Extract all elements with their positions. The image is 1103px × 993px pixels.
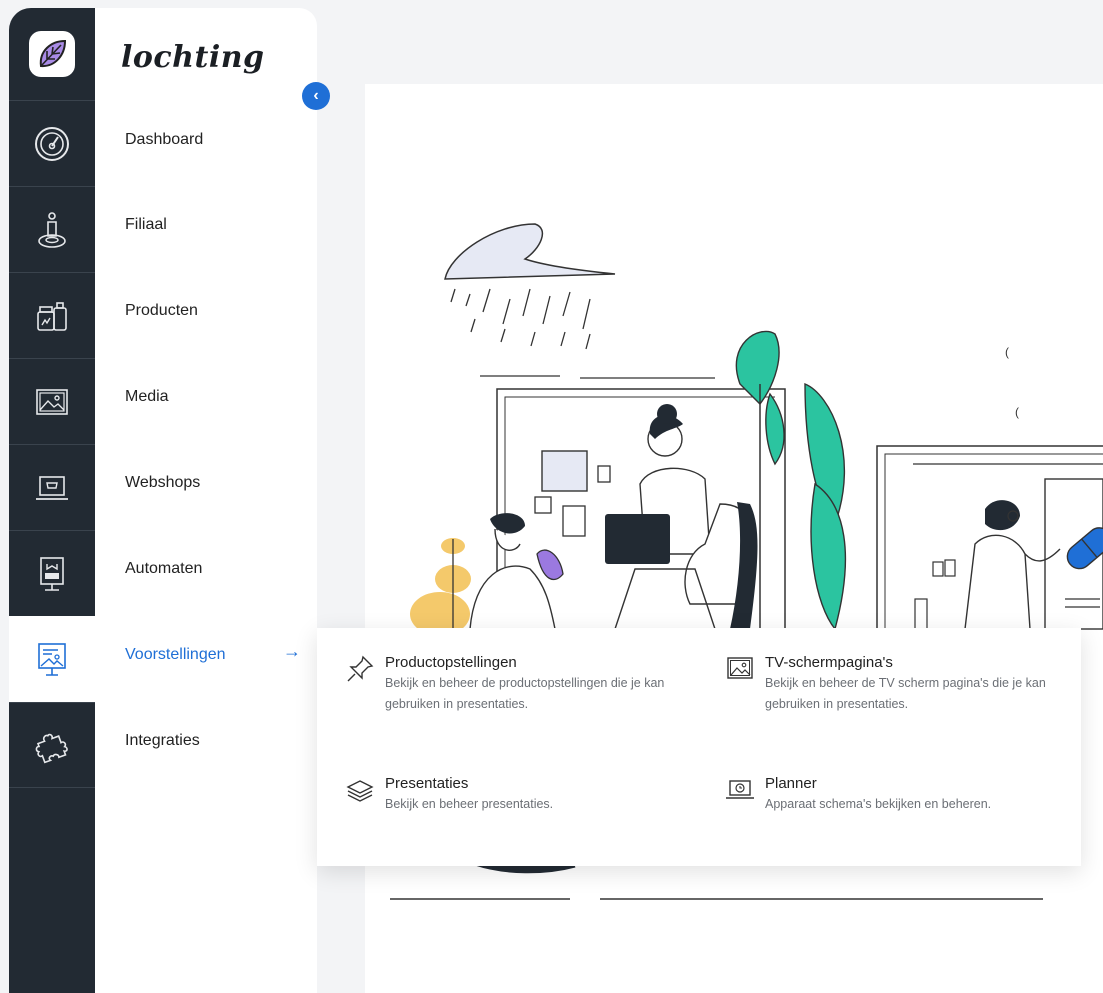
layers-icon [346, 780, 374, 802]
menu-item-title: Productopstellingen [385, 654, 517, 671]
nav-item-filiaal[interactable]: Filiaal [125, 215, 167, 235]
products-icon [37, 301, 67, 331]
arrow-right-icon: → [283, 641, 301, 661]
image-icon [727, 657, 753, 679]
rail-item-media[interactable] [9, 358, 95, 444]
menu-item-title: Presentaties [385, 775, 469, 792]
rail-item-dashboard[interactable] [9, 100, 95, 186]
menu-item-tv-schermpaginas[interactable]: TV-schermpagina's Bekijk en beheer de TV… [725, 654, 1065, 715]
menu-item-planner[interactable]: Planner Apparaat schema's bekijken en be… [725, 775, 1065, 815]
puzzle-icon [35, 733, 68, 764]
laptop-clock-icon [726, 780, 754, 799]
nav-item-voorstellingen[interactable]: Voorstellingen [125, 645, 226, 665]
collapse-sidebar-button[interactable]: ‹ [302, 82, 330, 110]
rail-item-filiaal[interactable] [9, 186, 95, 272]
rail-item-automaten[interactable] [9, 530, 95, 616]
rail-item-webshops[interactable] [9, 444, 95, 530]
menu-item-presentaties[interactable]: Presentaties Bekijk en beheer presentati… [345, 775, 685, 815]
logo[interactable] [9, 8, 95, 100]
nav-item-automaten[interactable]: Automaten [125, 559, 202, 579]
rail-item-producten[interactable] [9, 272, 95, 358]
rail-item-voorstellingen[interactable] [9, 616, 95, 702]
nav-item-producten[interactable]: Producten [125, 301, 198, 321]
menu-item-description: Bekijk en beheer de productopstellingen … [385, 676, 665, 711]
menu-item-description: Apparaat schema's bekijken en beheren. [765, 797, 992, 811]
presentation-icon [38, 643, 66, 676]
pin-icon [347, 655, 374, 682]
nav-item-integraties[interactable]: Integraties [125, 731, 200, 751]
leaf-logo-icon [29, 31, 75, 77]
rail-item-integraties[interactable] [9, 702, 95, 788]
nav-item-dashboard[interactable]: Dashboard [125, 130, 203, 150]
nav-item-media[interactable]: Media [125, 387, 169, 407]
menu-item-title: Planner [765, 775, 817, 792]
menu-item-title: TV-schermpagina's [765, 654, 893, 671]
chevron-left-icon: ‹ [313, 87, 319, 104]
person-location-icon [38, 211, 66, 248]
icon-rail [9, 8, 95, 993]
svg-text:(: ( [1015, 405, 1019, 419]
media-icon [36, 388, 68, 415]
webshop-icon [36, 475, 68, 500]
menu-item-description: Bekijk en beheer de TV scherm pagina's d… [765, 676, 1046, 711]
brand-name: lochting [121, 40, 265, 75]
speedometer-icon [35, 126, 69, 161]
svg-text:(: ( [1005, 345, 1009, 359]
voorstellingen-dropdown-menu: Productopstellingen Bekijk en beheer de … [317, 628, 1081, 866]
menu-item-description: Bekijk en beheer presentaties. [385, 797, 554, 811]
vending-machine-icon [40, 556, 64, 591]
nav-item-webshops[interactable]: Webshops [125, 473, 200, 493]
menu-item-productopstellingen[interactable]: Productopstellingen Bekijk en beheer de … [345, 654, 685, 715]
nav-panel: lochting Dashboard Filiaal Producten Med… [95, 8, 317, 993]
